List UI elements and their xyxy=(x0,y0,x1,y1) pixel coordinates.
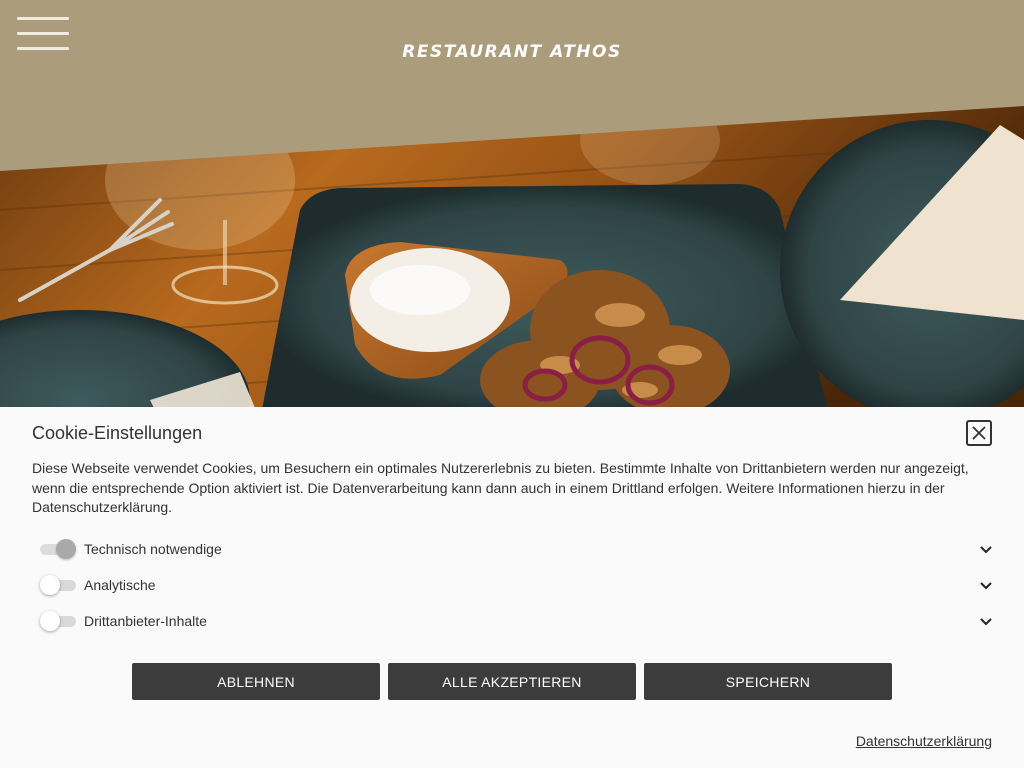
toggle-analytics[interactable] xyxy=(32,575,76,595)
chevron-down-icon[interactable] xyxy=(978,613,994,629)
accept-all-button[interactable]: ALLE AKZEPTIEREN xyxy=(388,663,636,700)
save-button[interactable]: SPEICHERN xyxy=(644,663,892,700)
cookie-option-third-party: Drittanbieter-Inhalte xyxy=(32,609,994,633)
hamburger-line xyxy=(17,17,69,20)
reject-button[interactable]: ABLEHNEN xyxy=(132,663,380,700)
option-label: Drittanbieter-Inhalte xyxy=(84,613,207,629)
privacy-policy-link[interactable]: Datenschutzerklärung xyxy=(856,733,992,749)
close-icon xyxy=(972,426,986,440)
option-label: Technisch notwendige xyxy=(84,541,222,557)
close-button[interactable] xyxy=(966,420,992,446)
toggle-technical[interactable] xyxy=(32,539,76,559)
option-label: Analytische xyxy=(84,577,156,593)
cookie-description: Diese Webseite verwendet Cookies, um Bes… xyxy=(32,460,969,515)
toggle-third-party[interactable] xyxy=(32,611,76,631)
chevron-down-icon[interactable] xyxy=(978,577,994,593)
cookie-option-technical: Technisch notwendige xyxy=(32,537,994,561)
restaurant-logo[interactable]: RESTAURANT ATHOS xyxy=(0,42,1024,62)
chevron-down-icon[interactable] xyxy=(978,541,994,557)
cookie-banner: Cookie-Einstellungen Diese Webseite verw… xyxy=(0,407,1024,768)
cookie-banner-title: Cookie-Einstellungen xyxy=(32,423,203,443)
cookie-option-analytics: Analytische xyxy=(32,573,994,597)
hamburger-line xyxy=(17,32,69,35)
